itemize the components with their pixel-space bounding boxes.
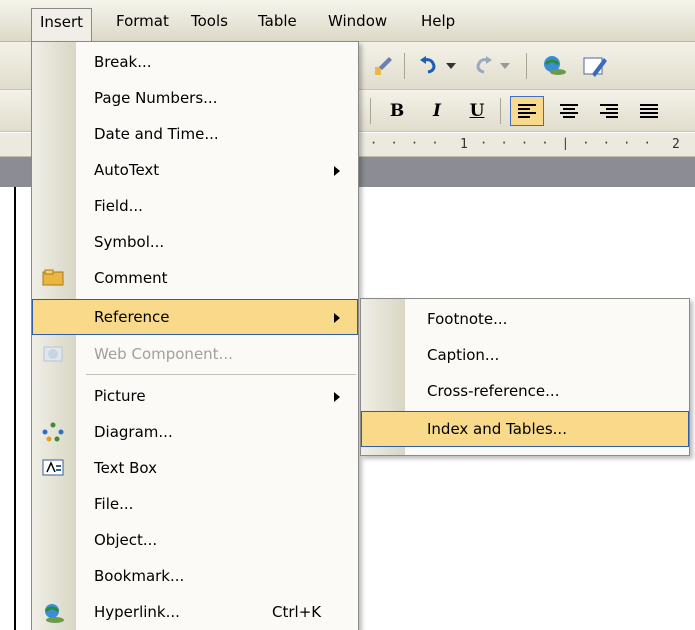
- insert-menu: Break... Page Numbers... Date and Time..…: [31, 41, 359, 630]
- menu-item-bookmark[interactable]: Bookmark...: [32, 558, 358, 594]
- menu-item-label: Footnote...: [427, 310, 508, 328]
- ruler-mark-2: 2: [672, 137, 680, 152]
- ruler-ticks: · · · ·: [370, 136, 452, 150]
- web-component-icon: [42, 344, 64, 364]
- justify-button[interactable]: [632, 96, 666, 126]
- diagram-icon: [42, 422, 64, 442]
- ruler-ticks: · · · · | · · · ·: [480, 136, 654, 150]
- menu-item-label: Object...: [94, 531, 158, 549]
- menu-item-date-and-time[interactable]: Date and Time...: [32, 116, 358, 152]
- menu-item-object[interactable]: Object...: [32, 522, 358, 558]
- menu-item-label: File...: [94, 495, 134, 513]
- menu-item-label: Bookmark...: [94, 567, 185, 585]
- undo-dropdown-icon[interactable]: [442, 51, 460, 81]
- menu-item-label: Diagram...: [94, 423, 173, 441]
- hyperlink-icon: [42, 602, 64, 623]
- menu-item-label: Text Box: [94, 459, 157, 477]
- menu-format[interactable]: Format: [108, 8, 177, 36]
- menu-window[interactable]: Window: [320, 8, 395, 36]
- menu-tools[interactable]: Tools: [183, 8, 236, 36]
- menu-bar: Insert Format Tools Table Window Help: [0, 0, 695, 42]
- ruler-mark-1: 1: [460, 137, 468, 152]
- comment-icon: [42, 268, 64, 288]
- menu-item-label: Index and Tables...: [427, 420, 567, 438]
- align-right-icon: [600, 104, 618, 118]
- menu-item-picture[interactable]: Picture: [32, 378, 358, 414]
- toolbar-separator: [526, 53, 527, 79]
- menu-item-break[interactable]: Break...: [32, 44, 358, 80]
- menu-item-web-component[interactable]: Web Component...: [32, 336, 358, 372]
- menu-item-label: Field...: [94, 197, 143, 215]
- menu-item-reference[interactable]: Reference: [32, 299, 358, 335]
- menu-item-comment[interactable]: Comment: [32, 260, 358, 296]
- menu-item-label: Date and Time...: [94, 125, 219, 143]
- redo-icon[interactable]: [466, 51, 500, 81]
- menu-item-label: Picture: [94, 387, 146, 405]
- submenu-arrow-icon: [334, 313, 340, 323]
- menu-item-label: Cross-reference...: [427, 382, 560, 400]
- menu-item-shortcut: Ctrl+K: [272, 603, 322, 621]
- justify-icon: [640, 104, 658, 118]
- menu-item-label: Break...: [94, 53, 152, 71]
- menu-item-caption[interactable]: Caption...: [361, 337, 689, 373]
- menu-item-index-and-tables[interactable]: Index and Tables...: [361, 411, 689, 447]
- toolbar-separator: [404, 53, 405, 79]
- format-painter-icon[interactable]: [366, 51, 400, 81]
- text-box-icon: [42, 458, 64, 478]
- menu-item-page-numbers[interactable]: Page Numbers...: [32, 80, 358, 116]
- align-left-button[interactable]: [510, 96, 544, 126]
- page-edge: [14, 187, 16, 630]
- menu-item-symbol[interactable]: Symbol...: [32, 224, 358, 260]
- menu-item-autotext[interactable]: AutoText: [32, 152, 358, 188]
- menu-insert[interactable]: Insert: [31, 8, 93, 42]
- menu-item-text-box[interactable]: Text Box: [32, 450, 358, 486]
- menu-item-label: Comment: [94, 269, 168, 287]
- toolbar-separator: [500, 98, 501, 124]
- menu-item-label: Reference: [94, 308, 170, 326]
- insert-hyperlink-icon[interactable]: [538, 51, 572, 81]
- submenu-arrow-icon: [334, 392, 340, 402]
- menu-item-field[interactable]: Field...: [32, 188, 358, 224]
- toolbar-separator: [370, 98, 371, 124]
- redo-dropdown-icon[interactable]: [496, 51, 514, 81]
- menu-item-file[interactable]: File...: [32, 486, 358, 522]
- menu-item-hyperlink[interactable]: Hyperlink... Ctrl+K: [32, 594, 358, 630]
- align-right-button[interactable]: [592, 96, 626, 126]
- align-left-icon: [518, 104, 536, 118]
- reference-submenu: Footnote... Caption... Cross-reference..…: [360, 298, 690, 456]
- italic-button[interactable]: I: [420, 96, 454, 126]
- align-center-icon: [560, 104, 578, 118]
- menu-help[interactable]: Help: [413, 8, 463, 36]
- menu-item-diagram[interactable]: Diagram...: [32, 414, 358, 450]
- submenu-arrow-icon: [334, 166, 340, 176]
- menu-item-label: Symbol...: [94, 233, 165, 251]
- undo-icon[interactable]: [412, 51, 446, 81]
- menu-item-label: AutoText: [94, 161, 160, 179]
- menu-item-label: Page Numbers...: [94, 89, 218, 107]
- menu-item-label: Web Component...: [94, 345, 233, 363]
- menu-item-label: Caption...: [427, 346, 500, 364]
- menu-separator: [86, 374, 356, 375]
- menu-item-footnote[interactable]: Footnote...: [361, 301, 689, 337]
- menu-table[interactable]: Table: [250, 8, 305, 36]
- menu-item-label: Hyperlink...: [94, 603, 180, 621]
- tables-borders-icon[interactable]: [578, 51, 612, 81]
- underline-button[interactable]: U: [460, 96, 494, 126]
- center-button[interactable]: [552, 96, 586, 126]
- bold-button[interactable]: B: [380, 96, 414, 126]
- menu-item-cross-reference[interactable]: Cross-reference...: [361, 373, 689, 409]
